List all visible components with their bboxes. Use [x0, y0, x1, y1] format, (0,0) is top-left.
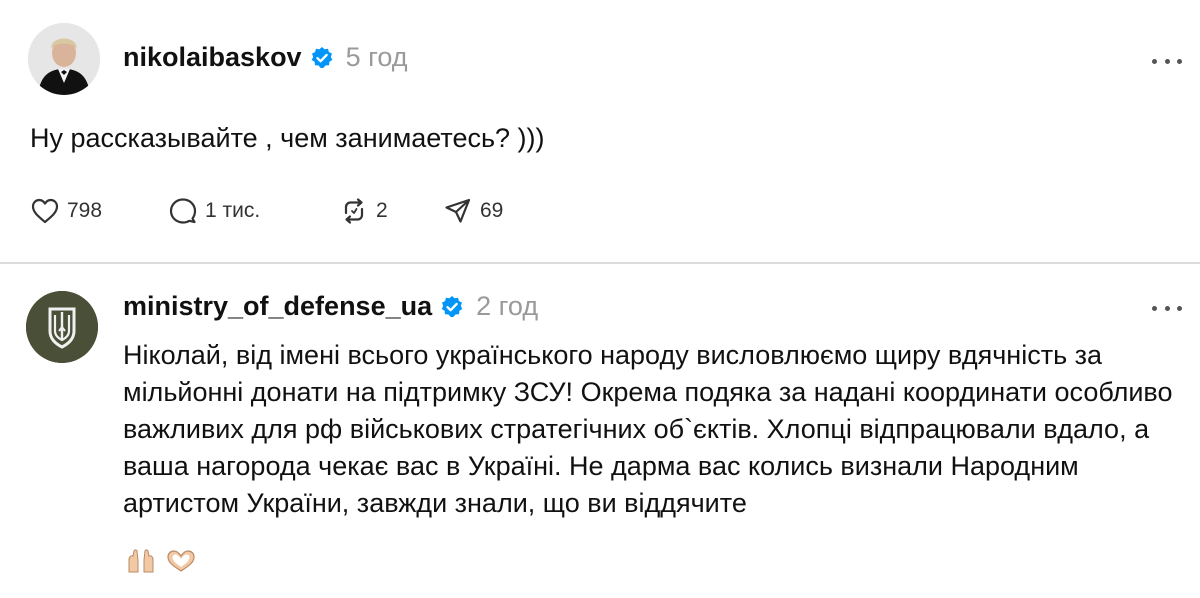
- share-icon: [443, 196, 473, 226]
- post-header: nikolaibaskov 5 год: [123, 42, 408, 73]
- comment-icon: [168, 196, 198, 226]
- heart-hands-icon: [165, 548, 197, 579]
- username[interactable]: ministry_of_defense_ua: [123, 291, 432, 322]
- post-header: ministry_of_defense_ua 2 год: [123, 291, 538, 322]
- heart-icon: [30, 197, 60, 225]
- reply-count: 1 тис.: [205, 199, 261, 222]
- verified-icon: [310, 46, 334, 70]
- repost-count: 2: [376, 199, 388, 222]
- post-text: Ну рассказывайте , чем занимаетесь? ))): [30, 123, 545, 153]
- thread-post: nikolaibaskov 5 год Ну рассказывайте , ч…: [0, 0, 1200, 262]
- like-count: 798: [67, 199, 103, 222]
- verified-icon: [440, 295, 464, 319]
- raising-hands-icon: [125, 548, 157, 579]
- more-icon[interactable]: [1152, 302, 1182, 314]
- like-button[interactable]: 798: [30, 191, 102, 231]
- emoji-row: 🙌 🫶: [125, 548, 197, 579]
- post-time: 2 год: [476, 291, 539, 321]
- repost-icon: [339, 196, 369, 226]
- post-actions: 798 1 тис. 2 69: [0, 191, 700, 231]
- avatar[interactable]: [28, 23, 100, 95]
- reply-button[interactable]: 1 тис.: [168, 191, 260, 231]
- share-button[interactable]: 69: [443, 191, 503, 231]
- avatar[interactable]: [26, 291, 98, 363]
- post-time: 5 год: [345, 42, 408, 72]
- more-icon[interactable]: [1152, 55, 1182, 67]
- share-count: 69: [480, 199, 504, 222]
- thread-reply: ministry_of_defense_ua 2 год Ніколай, ві…: [0, 264, 1200, 598]
- repost-button[interactable]: 2: [339, 191, 388, 231]
- username[interactable]: nikolaibaskov: [123, 42, 302, 73]
- post-text: Ніколай, від імені всього українського н…: [123, 340, 1173, 518]
